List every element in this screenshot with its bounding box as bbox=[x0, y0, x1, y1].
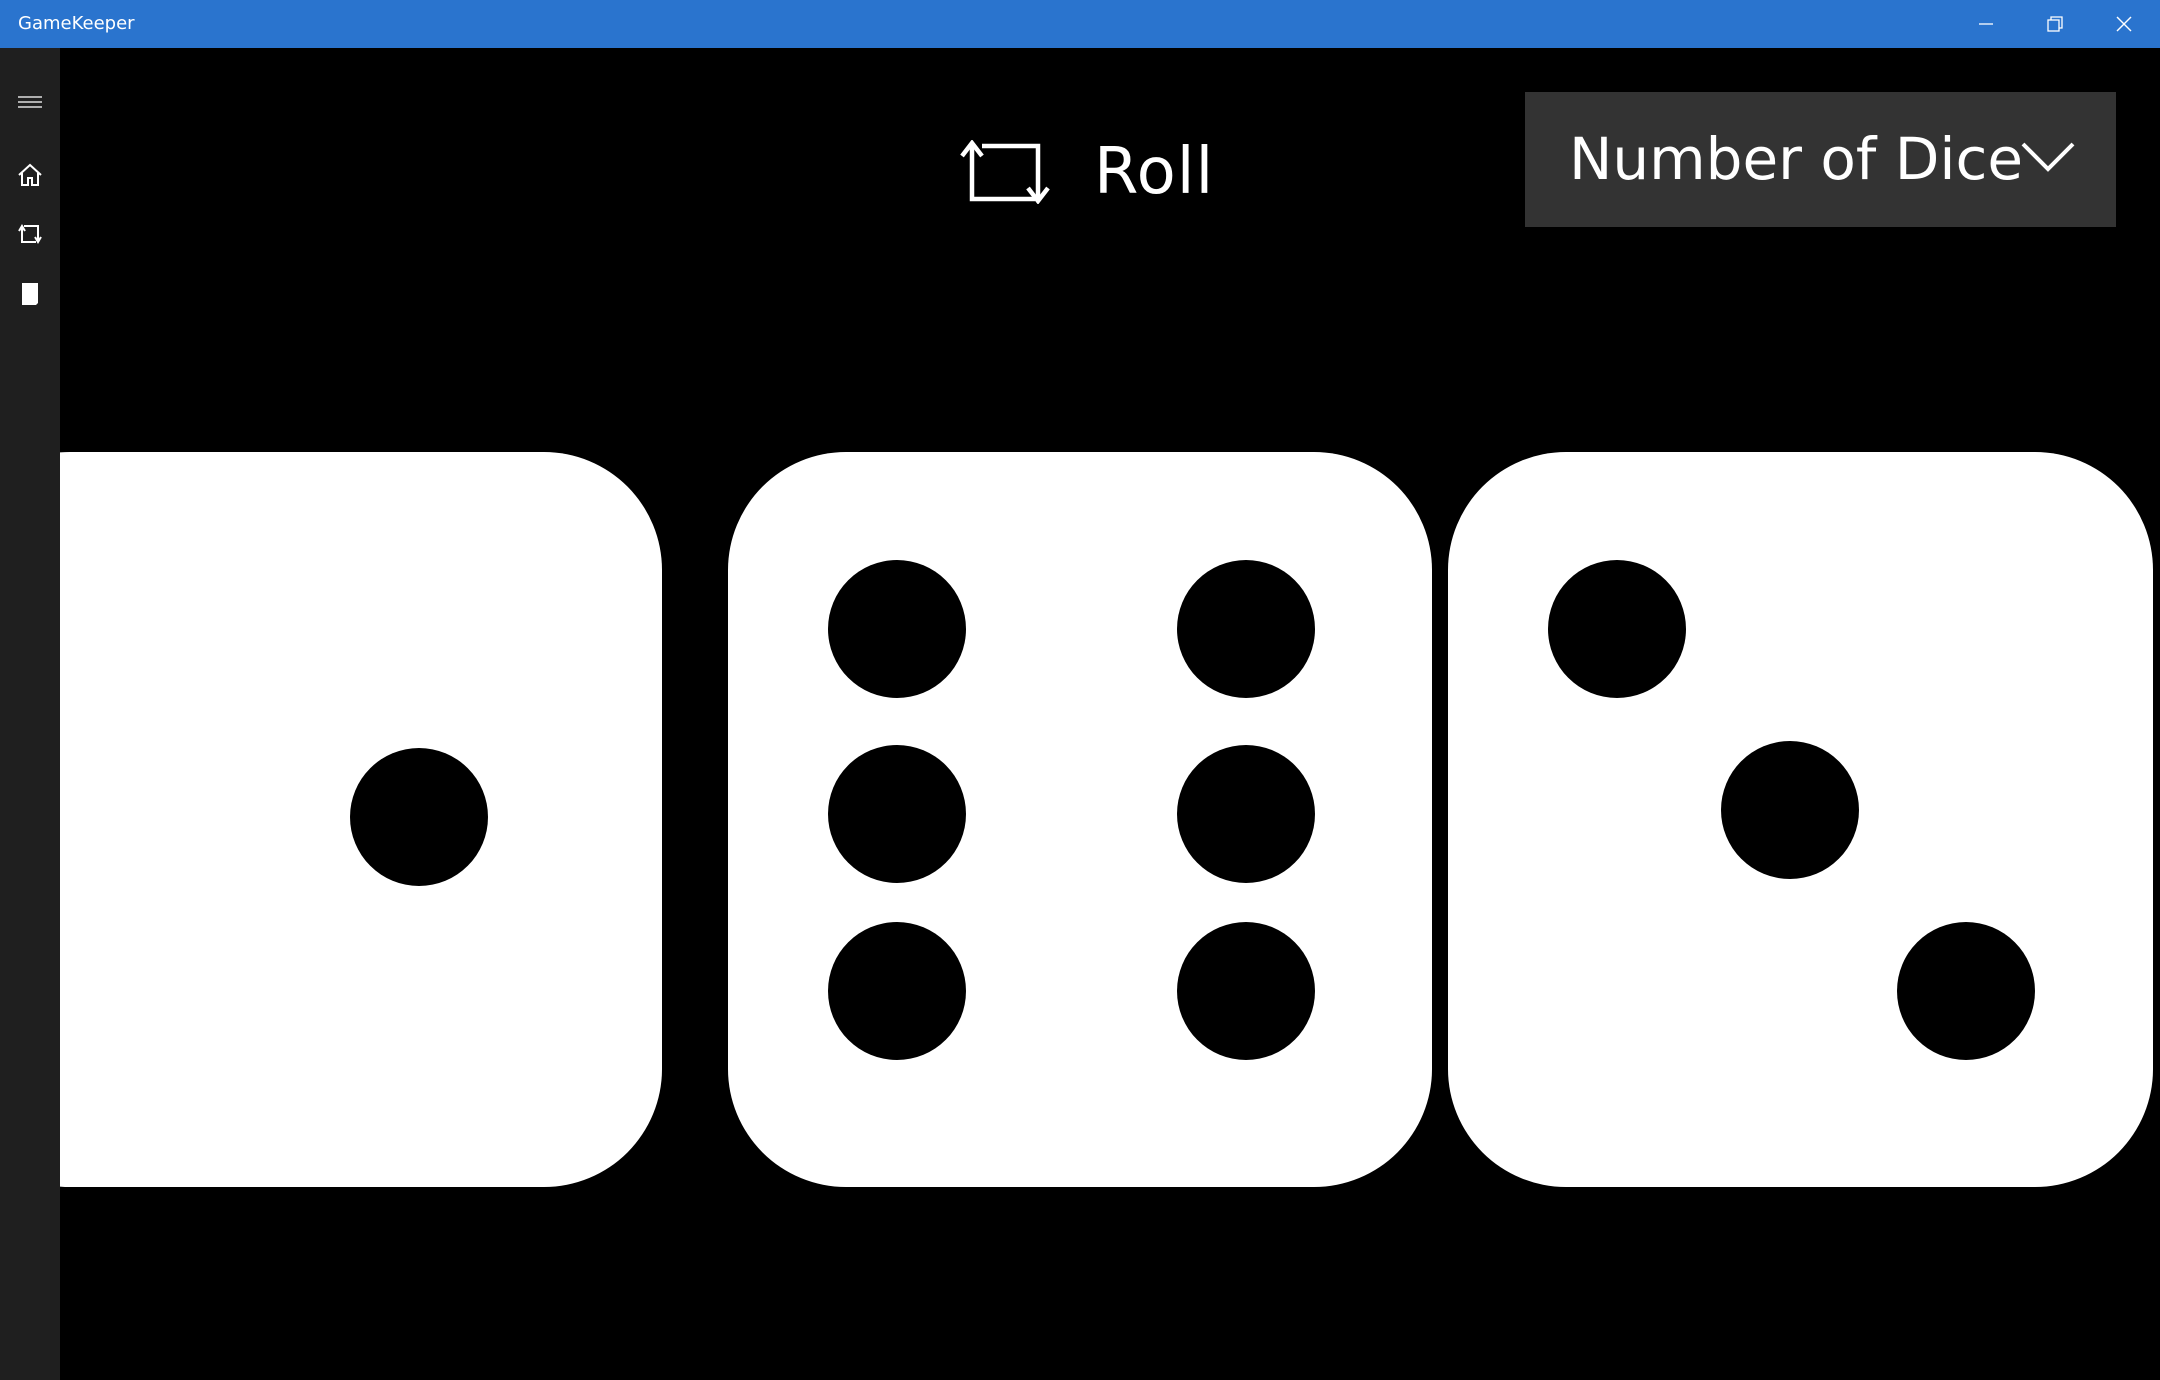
restore-button[interactable] bbox=[2021, 0, 2089, 48]
die-pip bbox=[1721, 741, 1859, 879]
roll-button[interactable]: Roll bbox=[957, 120, 1297, 224]
die-3[interactable] bbox=[1448, 452, 2153, 1187]
title-bar: GameKeeper bbox=[0, 0, 2160, 48]
die-pip bbox=[828, 922, 966, 1060]
close-button[interactable] bbox=[2090, 0, 2158, 48]
roll-arrows-icon bbox=[960, 140, 1050, 204]
die-pip bbox=[1548, 560, 1686, 698]
sidebar-item-roll[interactable] bbox=[0, 208, 60, 260]
page-icon bbox=[22, 283, 38, 305]
die-pip bbox=[828, 745, 966, 883]
dropdown-selected-label: Number of Dice bbox=[1569, 125, 2024, 193]
die-1[interactable] bbox=[60, 452, 662, 1187]
chevron-down-icon bbox=[2021, 142, 2075, 172]
roll-icon bbox=[18, 224, 42, 244]
restore-icon bbox=[2047, 16, 2063, 32]
die-pip bbox=[828, 560, 966, 698]
sidebar-item-page[interactable] bbox=[0, 268, 60, 320]
sidebar-item-home[interactable] bbox=[0, 149, 60, 201]
sidebar-menu-button[interactable] bbox=[0, 76, 60, 128]
die-pip bbox=[1177, 922, 1315, 1060]
die-pip bbox=[1897, 922, 2035, 1060]
number-of-dice-dropdown[interactable]: Number of Dice bbox=[1525, 92, 2116, 227]
main-content: Roll Number of Dice bbox=[60, 48, 2160, 1380]
die-pip bbox=[1177, 745, 1315, 883]
die-pip bbox=[350, 748, 488, 886]
die-2[interactable] bbox=[728, 452, 1432, 1187]
nav-sidebar bbox=[0, 48, 60, 1380]
die-pip bbox=[1177, 560, 1315, 698]
hamburger-menu-icon bbox=[18, 96, 42, 108]
roll-label: Roll bbox=[1094, 135, 1215, 209]
app-title: GameKeeper bbox=[18, 13, 135, 34]
home-icon bbox=[18, 163, 42, 186]
minimize-icon bbox=[1979, 23, 1993, 25]
minimize-button[interactable] bbox=[1952, 0, 2020, 48]
close-icon bbox=[2116, 16, 2132, 32]
